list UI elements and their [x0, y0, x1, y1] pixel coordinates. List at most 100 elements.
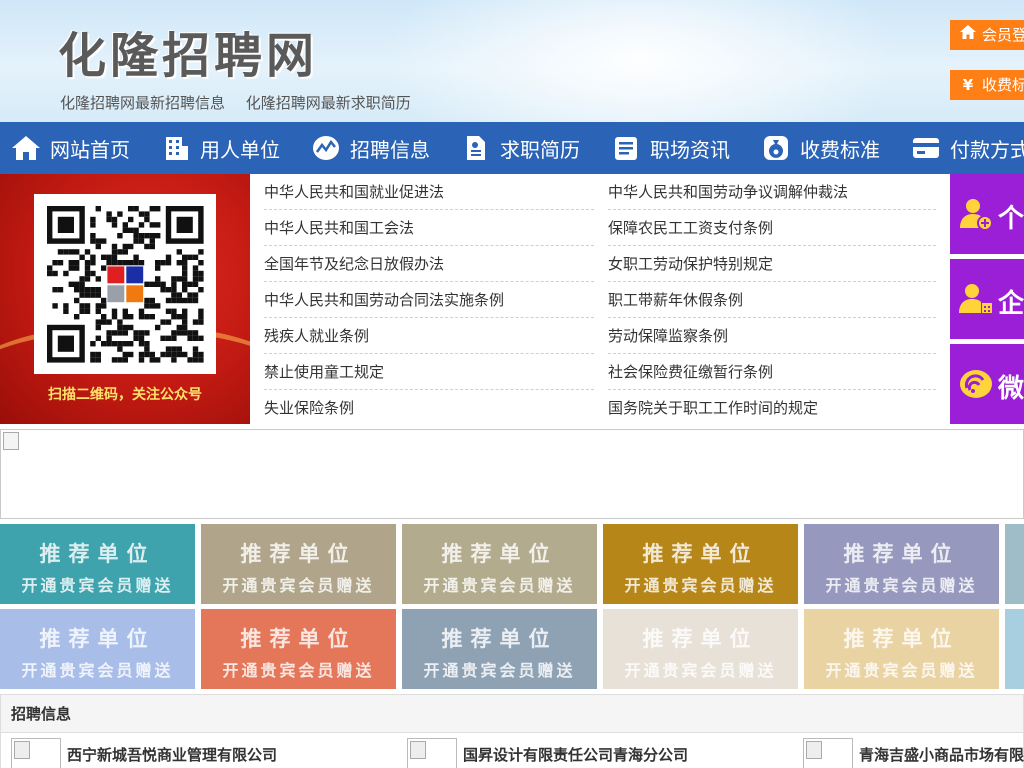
nav-label: 求职简历	[500, 137, 580, 162]
recommend-title: 推荐单位	[843, 542, 960, 566]
recommend-title: 推荐单位	[843, 627, 960, 651]
recommend-title: 推荐单位	[240, 542, 357, 566]
nav-item-payment[interactable]: 付款方式	[910, 122, 1024, 174]
recommend-subtitle: 开通贵宾会员赠送	[1005, 657, 1024, 681]
recommend-title: 推荐单位	[642, 542, 759, 566]
recommend-subtitle: 开通贵宾会员赠送	[1005, 572, 1024, 596]
recommend-subtitle: 开通贵宾会员赠送	[21, 661, 174, 680]
pricing-label: 收费标准	[982, 76, 1024, 94]
nav-item-news[interactable]: 职场资讯	[610, 122, 730, 174]
recommend-tile[interactable]: 推荐单位开通贵宾会员赠送	[603, 524, 798, 604]
nav-item-home[interactable]: 网站首页	[10, 122, 130, 174]
company-logo	[11, 738, 61, 768]
law-link[interactable]: 中华人民共和国就业促进法	[264, 174, 594, 210]
sub-links: 化隆招聘网最新招聘信息 化隆招聘网最新求职简历	[60, 92, 427, 113]
jobs-section: 招聘信息 西宁新城吾悦商业管理有限公司 国昇设计有限责任公司青海分公司 青海吉盛…	[0, 694, 1024, 768]
recommend-tile[interactable]: 推荐单位开通贵宾会员赠送	[0, 609, 195, 689]
pricing-button[interactable]: ¥ 收费标准	[950, 70, 1024, 100]
law-link[interactable]: 全国年节及纪念日放假办法	[264, 246, 594, 282]
nav-label: 招聘信息	[350, 137, 430, 162]
job-item[interactable]: 青海吉盛小商品市场有限公司	[803, 737, 1024, 768]
latest-resumes-link[interactable]: 化隆招聘网最新求职简历	[246, 94, 411, 112]
nav-item-jobs[interactable]: 招聘信息	[310, 122, 430, 174]
company-user-icon	[958, 281, 994, 317]
tile-label: 企业注册	[998, 289, 1024, 319]
news-icon	[610, 132, 642, 164]
header-glow	[380, 0, 900, 122]
qr-code-image	[34, 194, 216, 374]
recommend-title: 推荐单位	[39, 627, 156, 651]
qr-code-graphic	[47, 206, 204, 363]
recommend-subtitle: 开通贵宾会员赠送	[624, 576, 777, 595]
recommend-title: 推荐单位	[642, 627, 759, 651]
user-add-icon	[958, 196, 994, 232]
recommend-subtitle: 开通贵宾会员赠送	[423, 576, 576, 595]
wechat-login-tile[interactable]: 微信登录	[950, 344, 1024, 424]
law-link[interactable]: 中华人民共和国劳动合同法实施条例	[264, 282, 594, 318]
law-link[interactable]: 女职工劳动保护特别规定	[608, 246, 936, 282]
recommend-title: 推荐单位	[1005, 538, 1024, 568]
recommend-tile[interactable]: 推荐单位开通贵宾会员赠送	[603, 609, 798, 689]
law-link[interactable]: 保障农民工工资支付条例	[608, 210, 936, 246]
home-icon	[10, 132, 42, 164]
recommend-tile[interactable]: 推荐单位开通贵宾会员赠送	[201, 524, 396, 604]
main-nav: 网站首页 用人单位 招聘信息 求职简历 职场资讯 收费标准 付款方式	[0, 122, 1024, 174]
money-bag-icon	[760, 132, 792, 164]
law-link[interactable]: 劳动保障监察条例	[608, 318, 936, 354]
nav-item-employers[interactable]: 用人单位	[160, 122, 280, 174]
building-icon	[160, 132, 192, 164]
recommend-tile[interactable]: 推荐单位开通贵宾会员赠送	[201, 609, 396, 689]
company-name[interactable]: 西宁新城吾悦商业管理有限公司	[67, 744, 277, 765]
company-name[interactable]: 国昇设计有限责任公司青海分公司	[463, 744, 688, 765]
law-link[interactable]: 国务院关于职工工作时间的规定	[608, 390, 936, 426]
recommend-title: 推荐单位	[441, 542, 558, 566]
jobs-heading: 招聘信息	[1, 695, 1023, 733]
law-link[interactable]: 社会保险费征缴暂行条例	[608, 354, 936, 390]
latest-jobs-link[interactable]: 化隆招聘网最新招聘信息	[60, 94, 225, 112]
company-logo	[803, 738, 853, 768]
banner-ad[interactable]	[0, 429, 1024, 519]
chart-icon	[310, 132, 342, 164]
yen-icon: ¥	[962, 76, 974, 94]
recommend-tile[interactable]: 推荐单位开通贵宾会员赠送	[1005, 609, 1024, 689]
recommend-subtitle: 开通贵宾会员赠送	[825, 661, 978, 680]
company-logo	[407, 738, 457, 768]
nav-label: 网站首页	[50, 137, 130, 162]
recommend-tile[interactable]: 推荐单位开通贵宾会员赠送	[402, 609, 597, 689]
recommend-subtitle: 开通贵宾会员赠送	[222, 576, 375, 595]
recommend-tile[interactable]: 推荐单位开通贵宾会员赠送	[402, 524, 597, 604]
member-login-button[interactable]: 会员登录	[950, 20, 1024, 50]
nav-item-resumes[interactable]: 求职简历	[460, 122, 580, 174]
recommend-subtitle: 开通贵宾会员赠送	[423, 661, 576, 680]
recommend-tile[interactable]: 推荐单位开通贵宾会员赠送	[804, 524, 999, 604]
member-login-label: 会员登录	[982, 26, 1024, 44]
card-icon	[910, 132, 942, 164]
law-link[interactable]: 失业保险条例	[264, 390, 594, 426]
tile-label: 微信登录	[998, 374, 1024, 404]
law-link[interactable]: 禁止使用童工规定	[264, 354, 594, 390]
recommend-tile[interactable]: 推荐单位开通贵宾会员赠送	[804, 609, 999, 689]
job-item[interactable]: 西宁新城吾悦商业管理有限公司	[11, 737, 277, 768]
nav-label: 用人单位	[200, 137, 280, 162]
qr-code-panel: 扫描二维码，关注公众号	[0, 174, 250, 424]
wechat-icon	[958, 366, 994, 402]
law-link[interactable]: 中华人民共和国工会法	[264, 210, 594, 246]
job-item[interactable]: 国昇设计有限责任公司青海分公司	[407, 737, 688, 768]
nav-label: 付款方式	[950, 137, 1024, 162]
law-link[interactable]: 中华人民共和国劳动争议调解仲裁法	[608, 174, 936, 210]
recommend-subtitle: 开通贵宾会员赠送	[825, 576, 978, 595]
recommend-title: 推荐单位	[39, 542, 156, 566]
nav-label: 收费标准	[800, 137, 880, 162]
tile-label: 个人注册	[998, 204, 1024, 234]
recommend-tile[interactable]: 推荐单位开通贵宾会员赠送	[0, 524, 195, 604]
nav-item-pricing[interactable]: 收费标准	[760, 122, 880, 174]
personal-register-tile[interactable]: 个人注册	[950, 174, 1024, 254]
law-link[interactable]: 残疾人就业条例	[264, 318, 594, 354]
site-title[interactable]: 化隆招聘网	[58, 16, 318, 86]
law-link[interactable]: 职工带薪年休假条例	[608, 282, 936, 318]
company-register-tile[interactable]: 企业注册	[950, 259, 1024, 339]
recommend-tile[interactable]: 推荐单位开通贵宾会员赠送	[1005, 524, 1024, 604]
home-icon	[958, 20, 978, 50]
recommend-title: 推荐单位	[240, 627, 357, 651]
company-name[interactable]: 青海吉盛小商品市场有限公司	[859, 744, 1024, 765]
